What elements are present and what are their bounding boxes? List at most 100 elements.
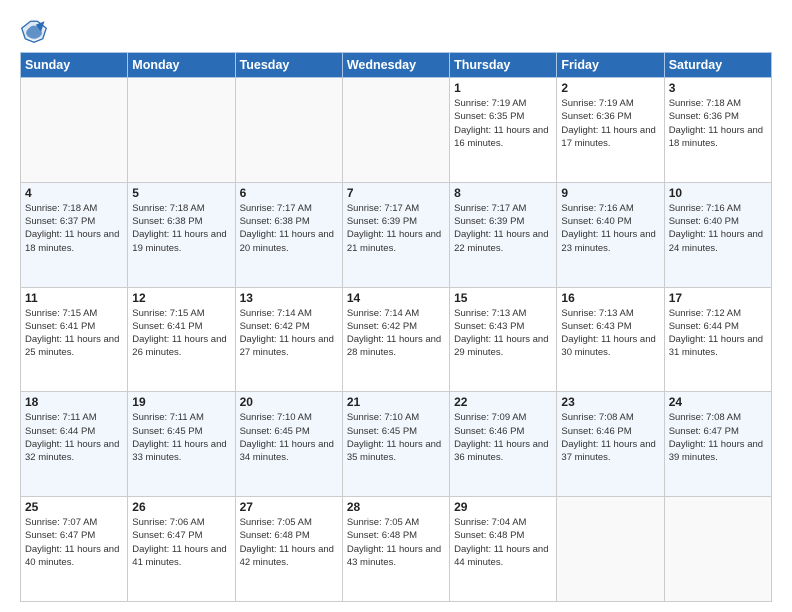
week-row-3: 11 Sunrise: 7:15 AM Sunset: 6:41 PM Dayli… [21,287,772,392]
calendar-cell: 11 Sunrise: 7:15 AM Sunset: 6:41 PM Dayli… [21,287,128,392]
day-info: Sunrise: 7:19 AM Sunset: 6:36 PM Dayligh… [561,97,659,150]
calendar-cell [21,78,128,183]
day-number: 25 [25,500,123,514]
calendar-cell [128,78,235,183]
calendar-cell: 13 Sunrise: 7:14 AM Sunset: 6:42 PM Dayli… [235,287,342,392]
day-info: Sunrise: 7:17 AM Sunset: 6:39 PM Dayligh… [454,202,552,255]
day-number: 22 [454,395,552,409]
day-number: 10 [669,186,767,200]
calendar-table: SundayMondayTuesdayWednesdayThursdayFrid… [20,52,772,602]
logo [20,16,52,44]
logo-icon [20,16,48,44]
day-info: Sunrise: 7:06 AM Sunset: 6:47 PM Dayligh… [132,516,230,569]
day-info: Sunrise: 7:04 AM Sunset: 6:48 PM Dayligh… [454,516,552,569]
calendar-cell: 19 Sunrise: 7:11 AM Sunset: 6:45 PM Dayli… [128,392,235,497]
day-info: Sunrise: 7:07 AM Sunset: 6:47 PM Dayligh… [25,516,123,569]
calendar-cell: 9Sunrise: 7:16 AM Sunset: 6:40 PM Daylig… [557,182,664,287]
day-info: Sunrise: 7:19 AM Sunset: 6:35 PM Dayligh… [454,97,552,150]
day-info: Sunrise: 7:11 AM Sunset: 6:44 PM Dayligh… [25,411,123,464]
calendar-cell: 23 Sunrise: 7:08 AM Sunset: 6:46 PM Dayli… [557,392,664,497]
day-number: 5 [132,186,230,200]
week-row-1: 1 Sunrise: 7:19 AM Sunset: 6:35 PM Daylig… [21,78,772,183]
day-info: Sunrise: 7:18 AM Sunset: 6:36 PM Dayligh… [669,97,767,150]
calendar-cell: 8 Sunrise: 7:17 AM Sunset: 6:39 PM Daylig… [450,182,557,287]
weekday-header-friday: Friday [557,53,664,78]
day-number: 13 [240,291,338,305]
day-number: 28 [347,500,445,514]
day-info: Sunrise: 7:12 AM Sunset: 6:44 PM Dayligh… [669,307,767,360]
day-info: Sunrise: 7:14 AM Sunset: 6:42 PM Dayligh… [347,307,445,360]
week-row-4: 18Sunrise: 7:11 AM Sunset: 6:44 PM Dayli… [21,392,772,497]
day-info: Sunrise: 7:05 AM Sunset: 6:48 PM Dayligh… [347,516,445,569]
calendar-cell: 2 Sunrise: 7:19 AM Sunset: 6:36 PM Daylig… [557,78,664,183]
day-number: 6 [240,186,338,200]
calendar-cell: 4 Sunrise: 7:18 AM Sunset: 6:37 PM Daylig… [21,182,128,287]
day-info: Sunrise: 7:16 AM Sunset: 6:40 PM Dayligh… [561,202,659,255]
calendar-cell: 1 Sunrise: 7:19 AM Sunset: 6:35 PM Daylig… [450,78,557,183]
calendar-cell: 26 Sunrise: 7:06 AM Sunset: 6:47 PM Dayli… [128,497,235,602]
day-number: 15 [454,291,552,305]
day-number: 24 [669,395,767,409]
calendar-cell: 18Sunrise: 7:11 AM Sunset: 6:44 PM Dayli… [21,392,128,497]
day-info: Sunrise: 7:08 AM Sunset: 6:47 PM Dayligh… [669,411,767,464]
day-info: Sunrise: 7:16 AM Sunset: 6:40 PM Dayligh… [669,202,767,255]
day-info: Sunrise: 7:17 AM Sunset: 6:39 PM Dayligh… [347,202,445,255]
calendar-cell: 24 Sunrise: 7:08 AM Sunset: 6:47 PM Dayli… [664,392,771,497]
calendar-cell: 29 Sunrise: 7:04 AM Sunset: 6:48 PM Dayli… [450,497,557,602]
day-number: 7 [347,186,445,200]
calendar-cell: 21 Sunrise: 7:10 AM Sunset: 6:45 PM Dayli… [342,392,449,497]
calendar-cell: 16Sunrise: 7:13 AM Sunset: 6:43 PM Dayli… [557,287,664,392]
weekday-header-sunday: Sunday [21,53,128,78]
day-number: 4 [25,186,123,200]
day-number: 21 [347,395,445,409]
calendar-cell: 22 Sunrise: 7:09 AM Sunset: 6:46 PM Dayli… [450,392,557,497]
calendar-cell: 12 Sunrise: 7:15 AM Sunset: 6:41 PM Dayli… [128,287,235,392]
day-info: Sunrise: 7:18 AM Sunset: 6:37 PM Dayligh… [25,202,123,255]
day-info: Sunrise: 7:09 AM Sunset: 6:46 PM Dayligh… [454,411,552,464]
day-info: Sunrise: 7:15 AM Sunset: 6:41 PM Dayligh… [25,307,123,360]
day-info: Sunrise: 7:17 AM Sunset: 6:38 PM Dayligh… [240,202,338,255]
weekday-header-saturday: Saturday [664,53,771,78]
day-info: Sunrise: 7:11 AM Sunset: 6:45 PM Dayligh… [132,411,230,464]
day-info: Sunrise: 7:13 AM Sunset: 6:43 PM Dayligh… [454,307,552,360]
calendar-cell: 14Sunrise: 7:14 AM Sunset: 6:42 PM Dayli… [342,287,449,392]
day-number: 27 [240,500,338,514]
calendar-cell: 28 Sunrise: 7:05 AM Sunset: 6:48 PM Dayli… [342,497,449,602]
calendar-cell [235,78,342,183]
day-info: Sunrise: 7:05 AM Sunset: 6:48 PM Dayligh… [240,516,338,569]
day-number: 23 [561,395,659,409]
day-info: Sunrise: 7:10 AM Sunset: 6:45 PM Dayligh… [347,411,445,464]
calendar-cell [664,497,771,602]
day-number: 29 [454,500,552,514]
calendar-cell: 6 Sunrise: 7:17 AM Sunset: 6:38 PM Daylig… [235,182,342,287]
day-number: 8 [454,186,552,200]
calendar-cell: 7 Sunrise: 7:17 AM Sunset: 6:39 PM Daylig… [342,182,449,287]
day-number: 2 [561,81,659,95]
weekday-header-row: SundayMondayTuesdayWednesdayThursdayFrid… [21,53,772,78]
weekday-header-thursday: Thursday [450,53,557,78]
calendar-cell: 17Sunrise: 7:12 AM Sunset: 6:44 PM Dayli… [664,287,771,392]
day-number: 20 [240,395,338,409]
day-number: 26 [132,500,230,514]
page: SundayMondayTuesdayWednesdayThursdayFrid… [0,0,792,612]
calendar-cell: 3 Sunrise: 7:18 AM Sunset: 6:36 PM Daylig… [664,78,771,183]
week-row-2: 4 Sunrise: 7:18 AM Sunset: 6:37 PM Daylig… [21,182,772,287]
calendar-cell [557,497,664,602]
day-info: Sunrise: 7:15 AM Sunset: 6:41 PM Dayligh… [132,307,230,360]
day-number: 19 [132,395,230,409]
day-number: 12 [132,291,230,305]
weekday-header-monday: Monday [128,53,235,78]
day-info: Sunrise: 7:18 AM Sunset: 6:38 PM Dayligh… [132,202,230,255]
calendar-cell: 20 Sunrise: 7:10 AM Sunset: 6:45 PM Dayli… [235,392,342,497]
calendar-cell: 25 Sunrise: 7:07 AM Sunset: 6:47 PM Dayli… [21,497,128,602]
weekday-header-tuesday: Tuesday [235,53,342,78]
day-number: 1 [454,81,552,95]
day-number: 3 [669,81,767,95]
day-info: Sunrise: 7:10 AM Sunset: 6:45 PM Dayligh… [240,411,338,464]
day-info: Sunrise: 7:14 AM Sunset: 6:42 PM Dayligh… [240,307,338,360]
calendar-cell: 5 Sunrise: 7:18 AM Sunset: 6:38 PM Daylig… [128,182,235,287]
day-info: Sunrise: 7:08 AM Sunset: 6:46 PM Dayligh… [561,411,659,464]
weekday-header-wednesday: Wednesday [342,53,449,78]
calendar-cell [342,78,449,183]
day-number: 11 [25,291,123,305]
